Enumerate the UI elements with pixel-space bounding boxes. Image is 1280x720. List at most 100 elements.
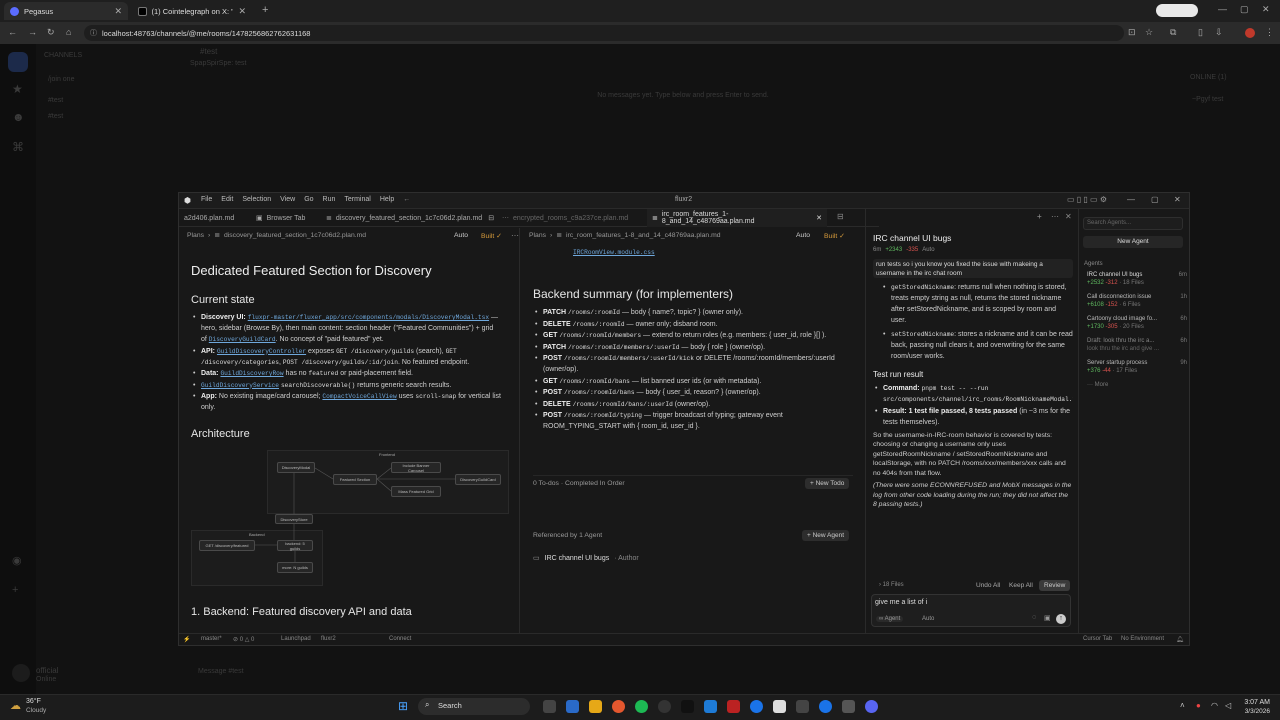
tiktok-icon[interactable] [681,700,694,713]
explore-icon[interactable]: ◉ [12,554,22,567]
home-icon[interactable]: ⌂ [66,27,71,37]
site-info-icon[interactable]: ⓘ [90,28,97,38]
menu-view[interactable]: View [280,196,295,203]
context-icon[interactable]: ◌ [1032,614,1036,621]
user-avatar[interactable] [12,664,30,682]
search-agents-input[interactable]: Search Agents... [1083,217,1183,230]
browser-tab-pegasus[interactable]: Pegasus ✕ [4,2,128,20]
weather-desc[interactable]: Cloudy [26,707,46,714]
add-chat-icon[interactable]: + [1037,212,1042,221]
maximize-icon[interactable]: ▢ [1240,4,1249,15]
menu-terminal[interactable]: Terminal [344,196,370,203]
reload-icon[interactable]: ↻ [47,27,55,38]
browser-tab-cointelegraph[interactable]: (1) Cointelegraph on X: "⚡ JUS ✕ [132,2,252,20]
clock-date[interactable]: 3/3/2026 [1240,708,1270,715]
forward-icon[interactable]: → [28,27,37,37]
sidebar-item[interactable]: #test [48,97,63,104]
volume-icon[interactable]: ◁ [1225,701,1231,710]
vscode-icon[interactable] [704,700,717,713]
menu-go[interactable]: Go [304,196,313,203]
add-server-icon[interactable]: + [12,584,18,596]
review-button[interactable]: Review [1039,580,1071,591]
menu-edit[interactable]: Edit [221,196,233,203]
close-tab-icon[interactable]: ✕ [114,6,122,17]
menu-run[interactable]: Run [323,196,336,203]
weather-temp[interactable]: 36°F [26,698,41,705]
tab-irc-room-features[interactable]: ≣ irc_room_features_1-8_and_14_c48769aa.p… [647,209,827,227]
agent-item[interactable]: Call disconnection issue 1h +6108 -152 · … [1087,293,1187,309]
minimize-icon[interactable]: — [1218,4,1227,14]
close-tab-icon[interactable]: ✕ [238,6,246,17]
github-icon[interactable] [658,700,671,713]
keep-all-button[interactable]: Keep All [1009,582,1033,589]
image-icon[interactable]: ▣ [1044,614,1051,622]
pane-divider[interactable] [519,228,520,633]
launchpad-item[interactable]: Launchpad [281,636,311,642]
agent-item[interactable]: Server startup process 9h +376 -44 · 17 F… [1087,359,1187,375]
files-toggle[interactable]: › 18 Files [879,582,904,588]
servers-icon[interactable]: ⌘ [12,140,24,154]
new-todo-button[interactable]: + New Todo [805,478,850,489]
profile-pill[interactable] [1156,4,1198,17]
agent-item[interactable]: Draft: look thru the irc a... 6h look thr… [1087,337,1187,353]
ide-minimize-icon[interactable]: — [1127,195,1135,204]
problems-count[interactable]: ⊘ 0 △ 0 [233,636,254,643]
agent-mode-dropdown[interactable]: ∞ Agent [876,616,904,622]
project-item[interactable]: fluxr2 [321,636,336,642]
file-link[interactable]: fluxpr-master/fluxer_app/src/components/… [248,314,489,321]
agent-item[interactable]: Cartoony cloud image fo... 6h +1730 -305 … [1087,315,1187,331]
app-icon-4[interactable] [842,700,855,713]
file-link[interactable]: GuildDiscoveryRow [220,370,283,377]
menu-selection[interactable]: Selection [242,196,271,203]
agent-reference[interactable]: ▭ IRC channel UI bugs · Author [533,554,639,563]
app-icon-3[interactable] [796,700,809,713]
breadcrumb-item[interactable]: discovery_featured_section_1c7c06d2.plan… [224,232,366,239]
file-link[interactable]: IRCRoomView.module.css [573,249,655,256]
file-link[interactable]: GuildDiscoveryService [201,382,279,389]
bookmark-star-icon[interactable]: ☆ [1145,27,1153,38]
breadcrumb-item[interactable]: Plans [187,232,204,239]
discord-icon[interactable] [865,700,878,713]
split-editor-icon[interactable]: ⊟ [837,212,844,221]
file-link[interactable]: CompactVoiceCallView [322,393,396,400]
back-icon[interactable]: ← [8,27,17,37]
model-dropdown[interactable]: Auto [922,616,934,622]
app-icon-2[interactable] [727,700,740,713]
chat-input[interactable]: give me a list of i [875,599,927,606]
more-options-icon[interactable]: ⋯ [511,231,519,240]
history-icon[interactable]: ⋯ [1051,212,1059,221]
ide-maximize-icon[interactable]: ▢ [1151,195,1159,204]
online-user[interactable]: ~Pgyf test [1192,96,1223,103]
sidebar-item[interactable]: #test [48,113,63,120]
more-agents-link[interactable]: ··· More [1087,382,1108,388]
agent-item[interactable]: IRC channel UI bugs 6m +2532 -312 · 18 Fi… [1087,271,1187,287]
tray-overflow-icon[interactable]: ˄ [1180,701,1185,710]
ide-close-icon[interactable]: ✕ [1174,195,1181,204]
windows-start-icon[interactable]: ⊞ [398,699,408,713]
mode-dropdown[interactable]: Auto [796,232,810,239]
connect-item[interactable]: Connect [389,636,411,642]
users-icon[interactable]: ☻ [12,110,25,124]
new-agent-button[interactable]: + New Agent [802,530,850,541]
task-view-icon[interactable] [543,700,556,713]
taskbar-search[interactable]: ⌕ Search [418,698,530,715]
mode-dropdown[interactable]: Auto [454,232,468,239]
tray-app-icon[interactable]: ● [1196,701,1201,710]
app-icon-1[interactable] [566,700,579,713]
sidepanel-icon[interactable]: ▯ [1198,27,1203,38]
close-chat-icon[interactable]: ✕ [1065,212,1072,221]
chat-input-box[interactable]: give me a list of i ∞ Agent Auto ◌ ▣ ↑ [871,594,1071,627]
cursor-app-icon[interactable] [773,700,786,713]
home-logo-icon[interactable] [8,52,28,72]
clock-time[interactable]: 3:07 AM [1240,699,1270,706]
wifi-icon[interactable]: ◠ [1211,701,1218,710]
sidebar-item[interactable]: /join one [48,76,74,83]
environment-item[interactable]: No Environment [1121,636,1164,642]
close-tab-icon[interactable]: ✕ [816,214,822,222]
install-icon[interactable]: ⊡ [1128,27,1136,38]
file-explorer-icon[interactable] [589,700,602,713]
user-message[interactable]: run tests so i you know you fixed the is… [873,259,1073,278]
menu-help[interactable]: Help [380,196,394,203]
star-icon[interactable]: ★ [12,82,23,96]
close-window-icon[interactable]: ✕ [1262,4,1270,15]
